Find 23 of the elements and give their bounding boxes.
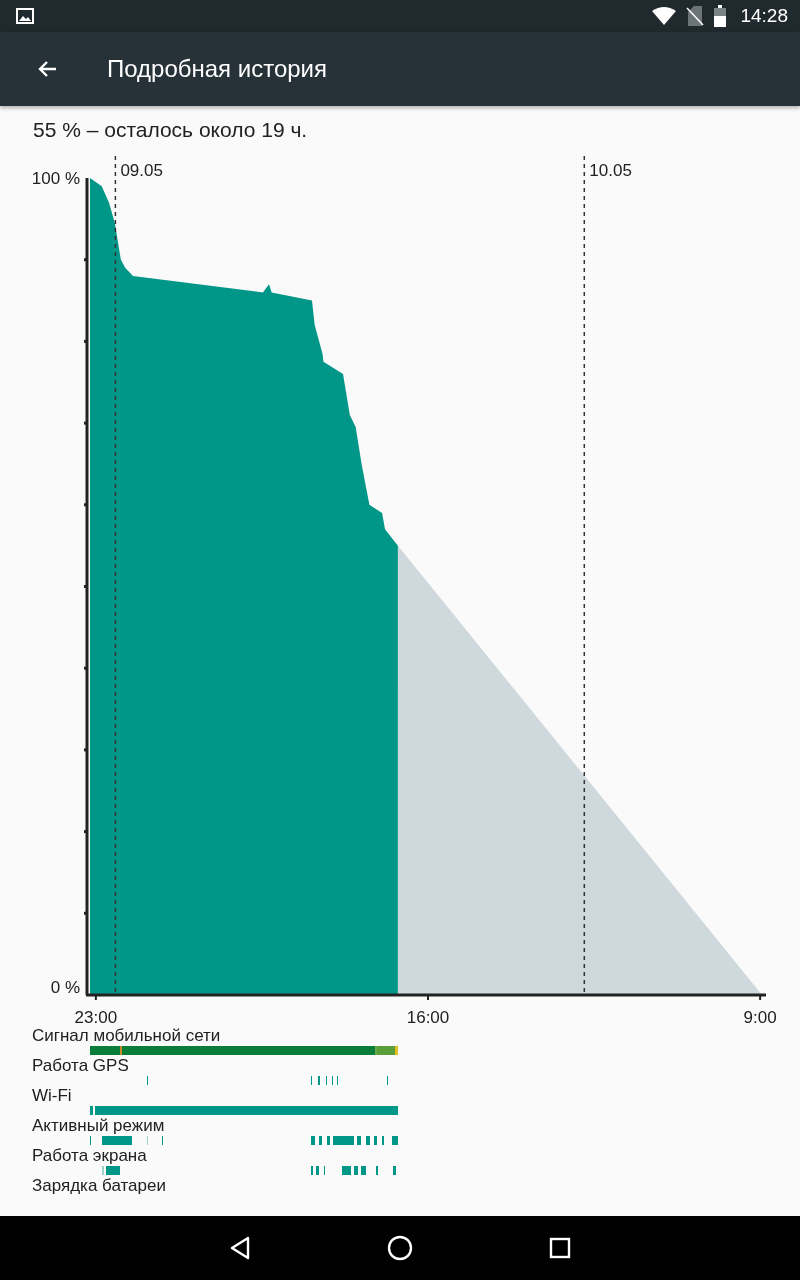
battery-summary: 55 % – осталось около 19 ч. xyxy=(33,118,308,141)
screen-title: Подробная история xyxy=(107,55,327,83)
date-label: 09.05 xyxy=(120,161,163,180)
date-label: 10.05 xyxy=(589,161,632,180)
time-label: 23:00 xyxy=(74,1008,118,1027)
track-label: Зарядка батареи xyxy=(32,1176,166,1196)
battery-icon xyxy=(714,5,727,27)
y-axis-label: 100 % xyxy=(31,169,80,188)
time-label: 16:00 xyxy=(406,1008,450,1027)
track-label: Работа экрана xyxy=(32,1146,147,1166)
track-label: Сигнал мобильной сети xyxy=(32,1026,221,1046)
square-icon xyxy=(549,1237,571,1259)
circle-icon xyxy=(387,1235,413,1261)
y-axis-label: 0 % xyxy=(50,978,80,997)
time-label: 9:00 xyxy=(743,1008,777,1027)
no-sim-icon xyxy=(686,6,705,26)
track-label: Работа GPS xyxy=(32,1056,129,1076)
triangle-icon xyxy=(228,1236,252,1260)
status-time: 14:28 xyxy=(740,5,788,27)
track-label: Активный режим xyxy=(32,1116,165,1136)
wifi-icon xyxy=(652,7,677,25)
picture-icon xyxy=(16,8,34,24)
track-label: Wi-Fi xyxy=(32,1086,72,1106)
